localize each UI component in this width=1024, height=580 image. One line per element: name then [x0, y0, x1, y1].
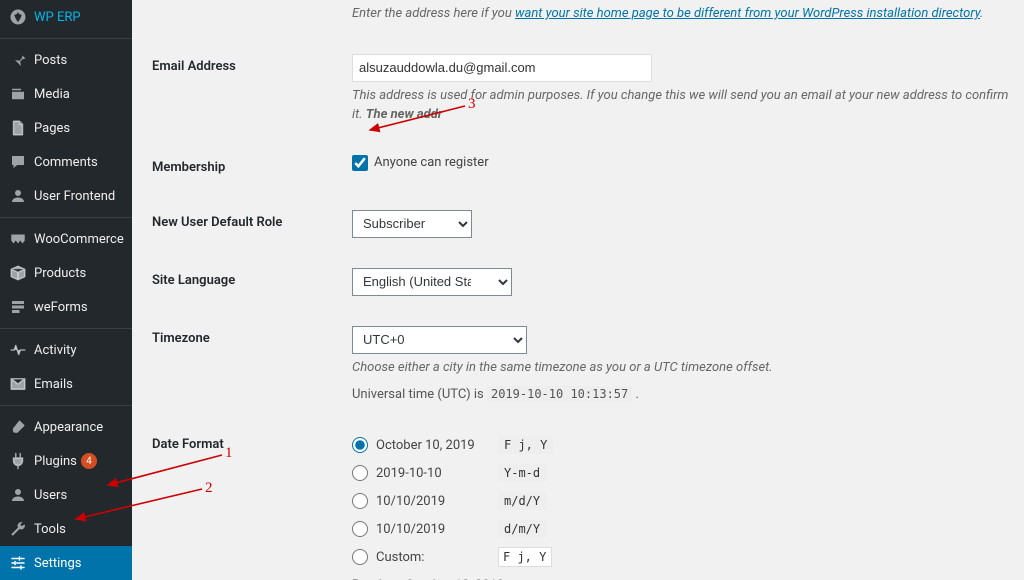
- sidebar-item-appearance[interactable]: Appearance: [0, 410, 132, 444]
- sidebar-item-tools[interactable]: Tools: [0, 512, 132, 546]
- date-format-radio[interactable]: [352, 493, 368, 509]
- forms-icon: [8, 297, 28, 317]
- sidebar-item-posts[interactable]: Posts: [0, 43, 132, 77]
- user-icon: [8, 485, 28, 505]
- date-format-code: F j, Y: [498, 436, 553, 454]
- wrench-icon: [8, 519, 28, 539]
- page-icon: [8, 118, 28, 138]
- admin-sidebar: WP ERP Posts Media Pages Comments User Fronte…: [0, 0, 132, 580]
- date-format-code: m/d/Y: [498, 492, 546, 510]
- timezone-select[interactable]: UTC+0: [352, 326, 527, 354]
- date-format-radio-custom[interactable]: [352, 549, 368, 565]
- sidebar-item-label: Activity: [34, 343, 77, 358]
- email-label: Email Address: [152, 39, 352, 140]
- sidebar-item-products[interactable]: Products: [0, 256, 132, 290]
- sidebar-item-label: WP ERP: [34, 10, 81, 25]
- plugin-update-badge: 4: [81, 453, 97, 469]
- membership-label: Membership: [152, 140, 352, 195]
- default-role-label: New User Default Role: [152, 195, 352, 253]
- sidebar-item-woocommerce[interactable]: WooCommerce: [0, 222, 132, 256]
- media-icon: [8, 84, 28, 104]
- sidebar-item-label: Media: [34, 87, 70, 102]
- activity-icon: [8, 340, 28, 360]
- sidebar-item-pages[interactable]: Pages: [0, 111, 132, 145]
- date-format-custom-label: Custom:: [376, 550, 490, 565]
- erp-icon: [8, 7, 28, 27]
- sidebar-item-label: Settings: [34, 556, 81, 571]
- date-format-display: October 10, 2019: [376, 438, 490, 453]
- sidebar-item-wp-erp[interactable]: WP ERP: [0, 0, 132, 34]
- sidebar-item-comments[interactable]: Comments: [0, 145, 132, 179]
- default-role-select[interactable]: Subscriber: [352, 210, 472, 238]
- sidebar-item-label: weForms: [34, 300, 88, 315]
- sidebar-item-activity[interactable]: Activity: [0, 333, 132, 367]
- date-format-display: 10/10/2019: [376, 494, 490, 509]
- box-icon: [8, 263, 28, 283]
- sidebar-item-label: Plugins: [34, 454, 77, 469]
- membership-option[interactable]: Anyone can register: [352, 155, 489, 171]
- sidebar-item-label: Pages: [34, 121, 70, 136]
- site-language-select[interactable]: English (United States): [352, 268, 512, 296]
- date-format-label: Date Format: [152, 417, 352, 580]
- date-format-radio[interactable]: [352, 465, 368, 481]
- timezone-description: Choose either a city in the same timezon…: [352, 358, 1014, 378]
- date-format-options: October 10, 2019 F j, Y 2019-10-10 Y-m-d 10/…: [352, 432, 1014, 542]
- sliders-icon: [8, 553, 28, 573]
- sidebar-item-label: WooCommerce: [34, 232, 124, 247]
- admin-email-description: This address is used for admin purposes.…: [352, 86, 1014, 125]
- admin-email-input[interactable]: [352, 54, 652, 82]
- woo-icon: [8, 229, 28, 249]
- sidebar-item-label: Users: [34, 488, 67, 503]
- mail-icon: [8, 374, 28, 394]
- settings-general-page: Enter the address here if you want your …: [132, 0, 1024, 580]
- sidebar-item-emails[interactable]: Emails: [0, 367, 132, 401]
- anyone-can-register-checkbox[interactable]: [352, 155, 368, 171]
- date-format-option[interactable]: October 10, 2019 F j, Y: [352, 432, 1014, 458]
- sidebar-item-user-frontend[interactable]: User Frontend: [0, 179, 132, 213]
- date-format-code: Y-m-d: [498, 464, 546, 482]
- sidebar-item-label: Tools: [34, 522, 66, 537]
- sidebar-item-label: Emails: [34, 377, 73, 392]
- site-address-description: Enter the address here if you want your …: [352, 4, 1014, 24]
- date-format-option[interactable]: 2019-10-10 Y-m-d: [352, 460, 1014, 486]
- date-format-radio[interactable]: [352, 437, 368, 453]
- user-icon: [8, 186, 28, 206]
- date-format-code: d/m/Y: [498, 520, 546, 538]
- date-format-custom-row[interactable]: Custom:: [352, 544, 1014, 570]
- sidebar-item-users[interactable]: Users: [0, 478, 132, 512]
- date-format-display: 10/10/2019: [376, 522, 490, 537]
- sidebar-item-settings[interactable]: Settings: [0, 546, 132, 580]
- plug-icon: [8, 451, 28, 471]
- utc-time-line: Universal time (UTC) is 2019-10-10 10:13…: [352, 387, 1014, 402]
- different-directory-link[interactable]: want your site home page to be different…: [515, 6, 980, 21]
- sidebar-item-label: Posts: [34, 53, 67, 68]
- pin-icon: [8, 50, 28, 70]
- sidebar-item-plugins[interactable]: Plugins 4: [0, 444, 132, 478]
- sidebar-item-media[interactable]: Media: [0, 77, 132, 111]
- date-format-radio[interactable]: [352, 521, 368, 537]
- date-format-display: 2019-10-10: [376, 466, 490, 481]
- utc-time-value: 2019-10-10 10:13:57: [487, 386, 632, 402]
- date-format-custom-input[interactable]: [498, 547, 552, 567]
- sidebar-item-label: Appearance: [34, 420, 103, 435]
- site-language-label: Site Language: [152, 253, 352, 311]
- brush-icon: [8, 417, 28, 437]
- timezone-label: Timezone: [152, 311, 352, 418]
- date-format-option[interactable]: 10/10/2019 d/m/Y: [352, 516, 1014, 542]
- sidebar-item-weforms[interactable]: weForms: [0, 290, 132, 324]
- sidebar-item-label: Comments: [34, 155, 98, 170]
- sidebar-item-label: Products: [34, 266, 86, 281]
- anyone-can-register-label: Anyone can register: [374, 155, 489, 170]
- date-format-option[interactable]: 10/10/2019 m/d/Y: [352, 488, 1014, 514]
- sidebar-item-label: User Frontend: [34, 189, 115, 204]
- comment-icon: [8, 152, 28, 172]
